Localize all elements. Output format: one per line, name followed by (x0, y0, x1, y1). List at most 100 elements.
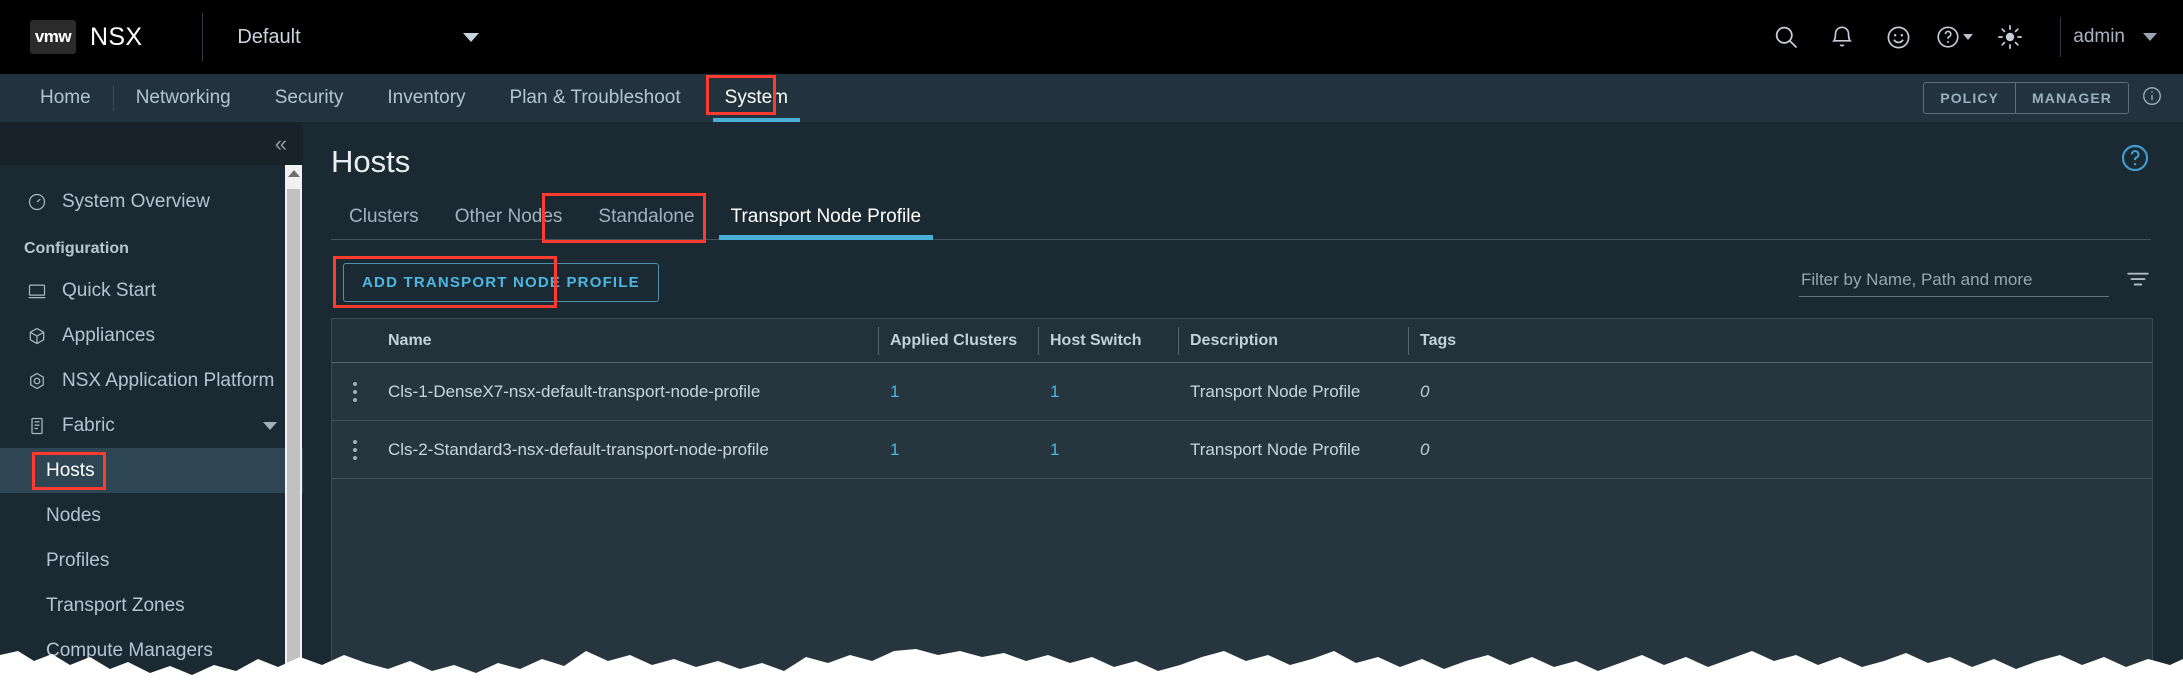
kebab-menu-icon[interactable] (353, 439, 357, 460)
nav-item-inventory[interactable]: Inventory (365, 74, 487, 122)
column-header-description[interactable]: Description (1178, 319, 1408, 363)
scroll-up-arrow-icon[interactable] (287, 170, 300, 177)
sidebar-item-compute-managers[interactable]: Compute Managers (0, 628, 303, 673)
table-row[interactable]: Cls-1-DenseX7-nsx-default-transport-node… (332, 363, 2152, 421)
nav-item-system[interactable]: System (703, 74, 810, 122)
cell-description: Transport Node Profile (1190, 381, 1361, 401)
chevron-down-icon (463, 32, 480, 42)
column-header-applied-clusters[interactable]: Applied Clusters (878, 319, 1038, 363)
sidebar-item-system-overview[interactable]: System Overview (0, 179, 303, 224)
sidebar-item-label: Hosts (46, 459, 95, 481)
cell-name: Cls-1-DenseX7-nsx-default-transport-node… (388, 381, 761, 401)
main-content-area: Hosts Clusters Other Nodes Standalone Tr… (303, 122, 2183, 681)
sidebar-item-nsx-application-platform[interactable]: NSX Application Platform (0, 358, 303, 403)
sidebar-item-label: Profiles (46, 549, 110, 571)
tab-clusters[interactable]: Clusters (331, 206, 437, 239)
policy-manager-toggle: POLICY MANAGER (1923, 82, 2129, 114)
sidebar-item-label: Compute Managers (46, 639, 213, 661)
scrollbar-thumb[interactable] (287, 189, 300, 669)
column-header-host-switch[interactable]: Host Switch (1038, 319, 1178, 363)
sidebar-item-profiles[interactable]: Profiles (0, 538, 303, 583)
filter-icon[interactable] (2125, 265, 2151, 296)
column-header-name[interactable]: Name (378, 319, 878, 363)
cell-applied-clusters-link[interactable]: 1 (890, 382, 899, 401)
transport-node-profile-table: Name Applied Clusters Host Switch Descri… (331, 318, 2153, 681)
tenant-label: Default (237, 25, 301, 48)
search-icon[interactable] (1758, 0, 1814, 74)
cell-host-switch-link[interactable]: 1 (1050, 440, 1059, 459)
content-tabs: Clusters Other Nodes Standalone Transpor… (331, 193, 2151, 243)
manager-mode-button[interactable]: MANAGER (2014, 83, 2128, 113)
sidebar-item-label: System Overview (62, 190, 210, 212)
collapse-sidebar-button[interactable]: « (275, 132, 287, 155)
monitor-icon (24, 281, 50, 301)
sidebar-item-appliances[interactable]: Appliances (0, 313, 303, 358)
table-header-row: Name Applied Clusters Host Switch Descri… (332, 319, 2152, 363)
nav-item-networking[interactable]: Networking (114, 74, 253, 122)
sidebar-item-label: Quick Start (62, 279, 156, 301)
nav-item-home[interactable]: Home (18, 74, 113, 122)
nav-item-security[interactable]: Security (253, 74, 366, 122)
sidebar-group-configuration: Configuration (24, 240, 129, 257)
notification-bell-icon[interactable] (1814, 0, 1870, 74)
policy-mode-button[interactable]: POLICY (1924, 83, 2015, 113)
sidebar-item-hosts[interactable]: Hosts (0, 448, 303, 493)
add-transport-node-profile-button[interactable]: ADD TRANSPORT NODE PROFILE (343, 262, 659, 302)
kebab-menu-icon[interactable] (353, 381, 357, 402)
tenant-selector[interactable]: Default (237, 26, 487, 49)
sidebar-item-quick-start[interactable]: Quick Start (0, 268, 303, 313)
tab-other-nodes[interactable]: Other Nodes (437, 206, 581, 239)
username-label[interactable]: admin (2073, 26, 2125, 48)
sidebar-item-transport-zones[interactable]: Transport Zones (0, 583, 303, 628)
hexagon-icon (24, 371, 50, 391)
sidebar-item-label: Appliances (62, 324, 155, 346)
sidebar-item-label: Nodes (46, 504, 101, 526)
cell-description: Transport Node Profile (1190, 439, 1361, 459)
cell-name: Cls-2-Standard3-nsx-default-transport-no… (388, 439, 769, 459)
chevron-down-icon (1963, 34, 1974, 40)
sidebar-item-label: NSX Application Platform (62, 369, 275, 391)
vmware-logo: vmw (30, 20, 76, 54)
header-actions: admin (1758, 0, 2183, 74)
cell-host-switch-link[interactable]: 1 (1050, 382, 1059, 401)
main-navigation-bar: Home Networking Security Inventory Plan … (0, 74, 2183, 122)
product-title: NSX (90, 22, 143, 51)
page-title: Hosts (331, 144, 411, 179)
help-circle-icon (1937, 26, 1959, 48)
action-toolbar: ADD TRANSPORT NODE PROFILE (331, 256, 2151, 308)
brightness-sun-icon[interactable] (1982, 0, 2038, 74)
chevron-down-icon (263, 421, 277, 430)
filter-area (1799, 264, 2151, 297)
chevron-down-icon[interactable] (2143, 33, 2157, 41)
server-icon (24, 416, 50, 436)
sidebar-item-fabric[interactable]: Fabric (0, 403, 303, 448)
brand-area[interactable]: vmw NSX (0, 20, 142, 54)
tab-transport-node-profile[interactable]: Transport Node Profile (713, 206, 939, 240)
header-divider (202, 13, 204, 61)
filter-input[interactable] (1799, 264, 2109, 297)
help-menu-button[interactable] (1926, 0, 1982, 74)
gauge-icon (24, 192, 50, 212)
row-actions-menu[interactable] (332, 381, 378, 402)
nsx-application-window: vmw NSX Default admin Home Networking Se… (0, 0, 2183, 681)
nav-right-controls: POLICY MANAGER (1923, 82, 2163, 114)
table-row[interactable]: Cls-2-Standard3-nsx-default-transport-no… (332, 421, 2152, 479)
sidebar-item-nodes[interactable]: Nodes (0, 493, 303, 538)
help-circle-icon[interactable] (2119, 142, 2151, 179)
cell-tags: 0 (1420, 439, 1430, 459)
tab-standalone[interactable]: Standalone (580, 206, 712, 239)
nav-item-plan-troubleshoot[interactable]: Plan & Troubleshoot (488, 74, 703, 122)
sidebar-scrollbar[interactable] (285, 165, 302, 681)
cell-applied-clusters-link[interactable]: 1 (890, 440, 899, 459)
user-divider (2060, 17, 2062, 57)
sidebar-header: « (0, 122, 303, 165)
cell-tags: 0 (1420, 381, 1430, 401)
info-circle-icon[interactable] (2141, 85, 2163, 112)
sidebar-items-list: System Overview Configuration Quick Star… (0, 165, 303, 673)
row-actions-menu[interactable] (332, 439, 378, 460)
sidebar-item-label: Fabric (62, 414, 115, 436)
column-header-tags[interactable]: Tags (1408, 319, 1608, 363)
smiley-face-icon[interactable] (1870, 0, 1926, 74)
top-header-bar: vmw NSX Default admin (0, 0, 2183, 74)
sidebar-item-label: Transport Zones (46, 594, 185, 616)
